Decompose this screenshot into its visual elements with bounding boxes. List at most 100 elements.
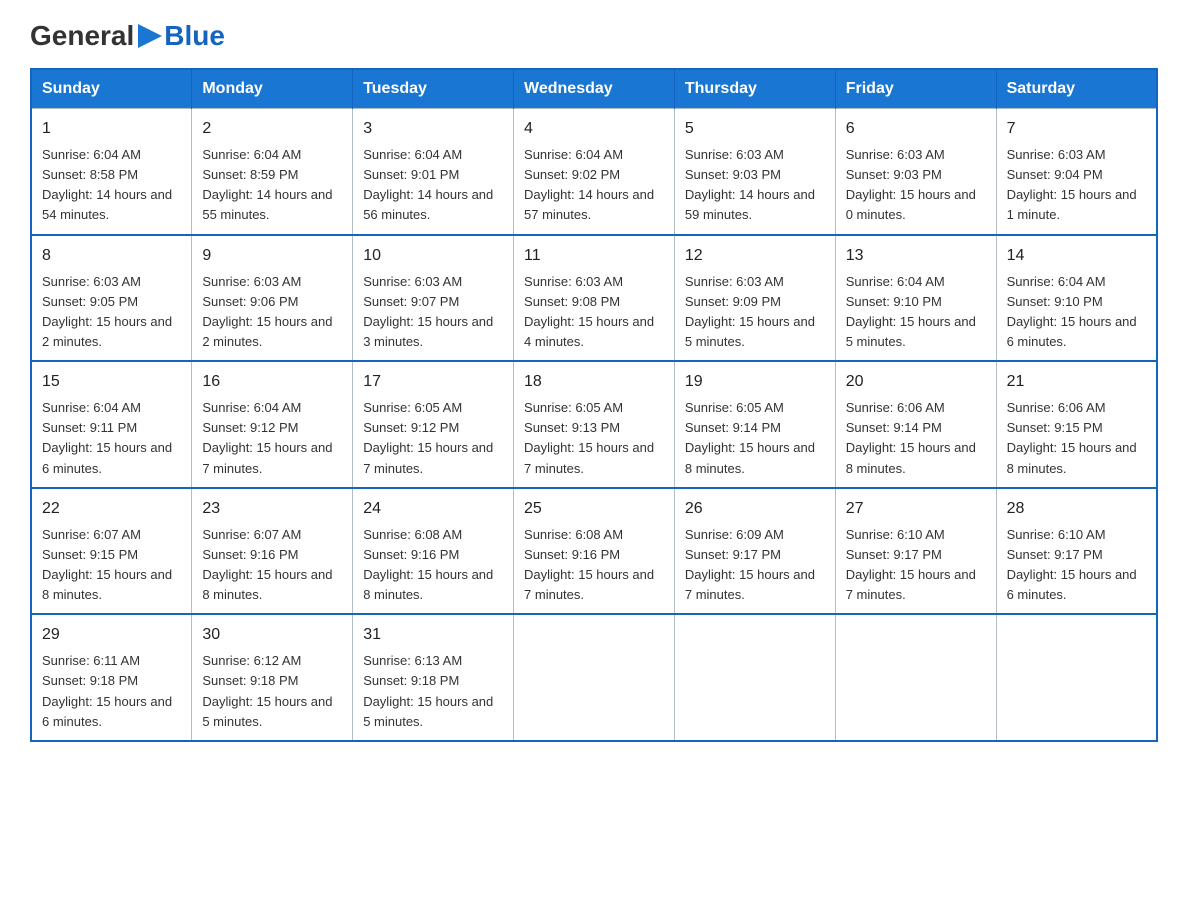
day-number: 26 [685, 497, 825, 521]
day-info: Sunrise: 6:04 AMSunset: 9:11 PMDaylight:… [42, 400, 172, 475]
calendar-cell: 15 Sunrise: 6:04 AMSunset: 9:11 PMDayligh… [31, 361, 192, 488]
calendar-cell: 1 Sunrise: 6:04 AMSunset: 8:58 PMDaylight… [31, 109, 192, 235]
day-info: Sunrise: 6:04 AMSunset: 9:01 PMDaylight:… [363, 147, 493, 222]
calendar-cell: 9 Sunrise: 6:03 AMSunset: 9:06 PMDaylight… [192, 235, 353, 362]
calendar-cell: 22 Sunrise: 6:07 AMSunset: 9:15 PMDayligh… [31, 488, 192, 615]
day-info: Sunrise: 6:04 AMSunset: 9:10 PMDaylight:… [1007, 274, 1137, 349]
calendar-cell: 2Sunrise: 6:04 AMSunset: 8:59 PMDaylight… [192, 109, 353, 235]
day-info: Sunrise: 6:10 AMSunset: 9:17 PMDaylight:… [1007, 527, 1137, 602]
day-number: 28 [1007, 497, 1146, 521]
day-number: 10 [363, 244, 503, 268]
day-number: 7 [1007, 117, 1146, 141]
calendar-cell: 25 Sunrise: 6:08 AMSunset: 9:16 PMDayligh… [514, 488, 675, 615]
calendar-cell [996, 614, 1157, 741]
day-number: 4 [524, 117, 664, 141]
day-info: Sunrise: 6:04 AMSunset: 9:02 PMDaylight:… [524, 147, 654, 222]
day-number: 12 [685, 244, 825, 268]
day-info: Sunrise: 6:13 AMSunset: 9:18 PMDaylight:… [363, 653, 493, 728]
day-number: 20 [846, 370, 986, 394]
day-number: 21 [1007, 370, 1146, 394]
day-info: Sunrise: 6:07 AMSunset: 9:16 PMDaylight:… [202, 527, 332, 602]
header-day-monday: Monday [192, 69, 353, 109]
calendar-cell: 18 Sunrise: 6:05 AMSunset: 9:13 PMDayligh… [514, 361, 675, 488]
day-number: 19 [685, 370, 825, 394]
calendar-cell: 16Sunrise: 6:04 AMSunset: 9:12 PMDayligh… [192, 361, 353, 488]
day-number: 15 [42, 370, 181, 394]
calendar-cell: 6 Sunrise: 6:03 AMSunset: 9:03 PMDaylight… [835, 109, 996, 235]
day-info: Sunrise: 6:03 AMSunset: 9:03 PMDaylight:… [685, 147, 815, 222]
calendar-cell: 30Sunrise: 6:12 AMSunset: 9:18 PMDayligh… [192, 614, 353, 741]
day-number: 2 [202, 117, 342, 141]
day-number: 6 [846, 117, 986, 141]
day-number: 18 [524, 370, 664, 394]
calendar-week-2: 8Sunrise: 6:03 AMSunset: 9:05 PMDaylight… [31, 235, 1157, 362]
day-number: 3 [363, 117, 503, 141]
header-day-sunday: Sunday [31, 69, 192, 109]
calendar-body: 1 Sunrise: 6:04 AMSunset: 8:58 PMDaylight… [31, 109, 1157, 741]
logo-general-text: General [30, 20, 134, 52]
day-number: 24 [363, 497, 503, 521]
calendar-cell: 12 Sunrise: 6:03 AMSunset: 9:09 PMDayligh… [674, 235, 835, 362]
day-info: Sunrise: 6:03 AMSunset: 9:03 PMDaylight:… [846, 147, 976, 222]
calendar-cell: 8Sunrise: 6:03 AMSunset: 9:05 PMDaylight… [31, 235, 192, 362]
day-info: Sunrise: 6:04 AMSunset: 8:58 PMDaylight:… [42, 147, 172, 222]
day-info: Sunrise: 6:05 AMSunset: 9:12 PMDaylight:… [363, 400, 493, 475]
calendar-cell: 28 Sunrise: 6:10 AMSunset: 9:17 PMDayligh… [996, 488, 1157, 615]
header-day-tuesday: Tuesday [353, 69, 514, 109]
calendar-cell [835, 614, 996, 741]
calendar-cell [514, 614, 675, 741]
day-info: Sunrise: 6:06 AMSunset: 9:14 PMDaylight:… [846, 400, 976, 475]
calendar-week-1: 1 Sunrise: 6:04 AMSunset: 8:58 PMDaylight… [31, 109, 1157, 235]
calendar-cell: 19 Sunrise: 6:05 AMSunset: 9:14 PMDayligh… [674, 361, 835, 488]
logo-blue-text: Blue [164, 20, 225, 52]
calendar-week-3: 15 Sunrise: 6:04 AMSunset: 9:11 PMDayligh… [31, 361, 1157, 488]
calendar-week-5: 29Sunrise: 6:11 AMSunset: 9:18 PMDayligh… [31, 614, 1157, 741]
calendar-cell: 17 Sunrise: 6:05 AMSunset: 9:12 PMDayligh… [353, 361, 514, 488]
day-number: 1 [42, 117, 181, 141]
calendar-cell: 7Sunrise: 6:03 AMSunset: 9:04 PMDaylight… [996, 109, 1157, 235]
day-number: 5 [685, 117, 825, 141]
day-number: 31 [363, 623, 503, 647]
day-number: 13 [846, 244, 986, 268]
day-info: Sunrise: 6:11 AMSunset: 9:18 PMDaylight:… [42, 653, 172, 728]
day-info: Sunrise: 6:09 AMSunset: 9:17 PMDaylight:… [685, 527, 815, 602]
day-number: 16 [202, 370, 342, 394]
calendar-cell: 14Sunrise: 6:04 AMSunset: 9:10 PMDayligh… [996, 235, 1157, 362]
logo-flag-icon [136, 22, 164, 50]
day-info: Sunrise: 6:12 AMSunset: 9:18 PMDaylight:… [202, 653, 332, 728]
day-info: Sunrise: 6:06 AMSunset: 9:15 PMDaylight:… [1007, 400, 1137, 475]
calendar-cell: 26 Sunrise: 6:09 AMSunset: 9:17 PMDayligh… [674, 488, 835, 615]
header-day-wednesday: Wednesday [514, 69, 675, 109]
calendar-cell: 21 Sunrise: 6:06 AMSunset: 9:15 PMDayligh… [996, 361, 1157, 488]
day-info: Sunrise: 6:07 AMSunset: 9:15 PMDaylight:… [42, 527, 172, 602]
calendar-cell: 5 Sunrise: 6:03 AMSunset: 9:03 PMDaylight… [674, 109, 835, 235]
calendar-week-4: 22 Sunrise: 6:07 AMSunset: 9:15 PMDayligh… [31, 488, 1157, 615]
header-day-friday: Friday [835, 69, 996, 109]
header-day-saturday: Saturday [996, 69, 1157, 109]
day-number: 9 [202, 244, 342, 268]
day-number: 22 [42, 497, 181, 521]
day-number: 11 [524, 244, 664, 268]
day-number: 17 [363, 370, 503, 394]
day-number: 25 [524, 497, 664, 521]
calendar-cell: 29Sunrise: 6:11 AMSunset: 9:18 PMDayligh… [31, 614, 192, 741]
day-info: Sunrise: 6:05 AMSunset: 9:14 PMDaylight:… [685, 400, 815, 475]
calendar-cell: 10 Sunrise: 6:03 AMSunset: 9:07 PMDayligh… [353, 235, 514, 362]
calendar-cell: 27Sunrise: 6:10 AMSunset: 9:17 PMDayligh… [835, 488, 996, 615]
day-info: Sunrise: 6:05 AMSunset: 9:13 PMDaylight:… [524, 400, 654, 475]
calendar-cell: 3 Sunrise: 6:04 AMSunset: 9:01 PMDaylight… [353, 109, 514, 235]
day-info: Sunrise: 6:03 AMSunset: 9:06 PMDaylight:… [202, 274, 332, 349]
header-row: SundayMondayTuesdayWednesdayThursdayFrid… [31, 69, 1157, 109]
calendar-cell: 20 Sunrise: 6:06 AMSunset: 9:14 PMDayligh… [835, 361, 996, 488]
calendar-table: SundayMondayTuesdayWednesdayThursdayFrid… [30, 68, 1158, 742]
calendar-cell: 11Sunrise: 6:03 AMSunset: 9:08 PMDayligh… [514, 235, 675, 362]
calendar-cell: 31 Sunrise: 6:13 AMSunset: 9:18 PMDayligh… [353, 614, 514, 741]
day-info: Sunrise: 6:03 AMSunset: 9:09 PMDaylight:… [685, 274, 815, 349]
header-day-thursday: Thursday [674, 69, 835, 109]
day-info: Sunrise: 6:03 AMSunset: 9:07 PMDaylight:… [363, 274, 493, 349]
day-info: Sunrise: 6:08 AMSunset: 9:16 PMDaylight:… [524, 527, 654, 602]
calendar-header: SundayMondayTuesdayWednesdayThursdayFrid… [31, 69, 1157, 109]
day-info: Sunrise: 6:04 AMSunset: 9:10 PMDaylight:… [846, 274, 976, 349]
page-header: General Blue [30, 20, 1158, 52]
logo: General Blue [30, 20, 225, 52]
